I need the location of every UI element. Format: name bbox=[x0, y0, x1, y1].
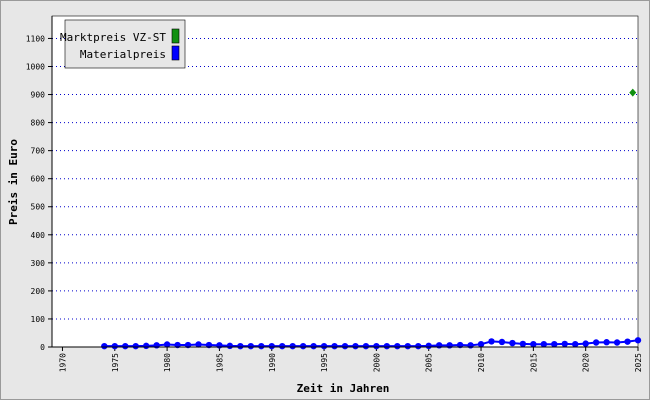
data-point bbox=[530, 340, 537, 348]
data-point bbox=[289, 342, 296, 350]
data-point bbox=[352, 342, 359, 350]
data-point bbox=[299, 342, 307, 350]
data-point bbox=[498, 338, 506, 346]
data-point bbox=[237, 342, 244, 350]
y-axis-ticks: 0 100 200 300 400 500 600 700 800 900 1000 1100 bbox=[26, 34, 52, 352]
legend: Marktpreis VZ-ST Materialpreis bbox=[60, 19, 186, 69]
y-tick-label: 900 bbox=[31, 91, 46, 100]
data-point bbox=[226, 342, 234, 350]
data-point bbox=[279, 342, 286, 350]
data-point bbox=[415, 342, 422, 350]
y-tick-label: 100 bbox=[31, 315, 46, 324]
data-point bbox=[101, 342, 108, 350]
data-point bbox=[634, 337, 642, 344]
data-point bbox=[258, 342, 265, 350]
x-tick-label: 2010 bbox=[477, 353, 486, 372]
x-tick-label: 1975 bbox=[111, 353, 120, 372]
y-tick-label: 200 bbox=[31, 287, 46, 296]
data-point bbox=[142, 342, 150, 350]
data-point bbox=[111, 342, 118, 350]
data-point bbox=[383, 342, 391, 350]
data-point bbox=[551, 340, 558, 348]
legend-swatch-materialpreis bbox=[171, 45, 180, 61]
legend-label-materialpreis: Materialpreis bbox=[80, 48, 166, 61]
y-tick-label: 800 bbox=[31, 119, 46, 128]
data-point bbox=[122, 342, 129, 350]
x-tick-label: 2005 bbox=[425, 353, 434, 372]
y-tick-label: 600 bbox=[31, 175, 46, 184]
y-tick-label: 0 bbox=[40, 343, 45, 352]
data-point bbox=[310, 342, 317, 350]
data-point bbox=[373, 342, 380, 350]
data-point bbox=[247, 342, 255, 350]
data-point bbox=[216, 342, 223, 349]
data-point bbox=[488, 338, 495, 345]
x-tick-label: 2015 bbox=[529, 353, 538, 372]
x-tick-label: 2020 bbox=[582, 353, 591, 372]
y-axis-title: Preis in Euro bbox=[7, 139, 20, 225]
data-point bbox=[394, 342, 401, 350]
data-point bbox=[268, 342, 275, 350]
data-point bbox=[132, 342, 139, 350]
data-point bbox=[404, 342, 411, 350]
x-axis-title: Zeit in Jahren bbox=[297, 382, 390, 395]
data-point bbox=[509, 339, 516, 347]
data-point bbox=[613, 339, 621, 346]
data-point bbox=[561, 340, 568, 348]
data-point bbox=[540, 340, 548, 348]
x-tick-label: 1990 bbox=[268, 353, 277, 372]
data-point bbox=[435, 342, 443, 349]
data-point bbox=[582, 340, 589, 347]
data-point bbox=[477, 340, 485, 348]
data-point bbox=[592, 339, 600, 346]
legend-label-marktpreis: Marktpreis VZ-ST bbox=[60, 31, 166, 44]
x-tick-label: 2025 bbox=[634, 353, 643, 372]
data-point bbox=[519, 340, 527, 348]
data-point bbox=[624, 338, 631, 345]
x-tick-label: 2000 bbox=[372, 353, 381, 372]
data-point bbox=[425, 342, 432, 350]
x-tick-label: 1985 bbox=[215, 353, 224, 372]
y-tick-label: 300 bbox=[31, 259, 46, 268]
line-chart: 0 100 200 300 400 500 600 700 800 900 1000 1100 197… bbox=[7, 15, 643, 395]
y-tick-label: 700 bbox=[31, 147, 46, 156]
x-tick-label: 1995 bbox=[320, 353, 329, 372]
data-point bbox=[362, 342, 370, 350]
x-tick-label: 1980 bbox=[163, 353, 172, 372]
data-point bbox=[341, 342, 349, 350]
legend-swatch-marktpreis bbox=[171, 28, 180, 44]
y-tick-label: 400 bbox=[31, 231, 46, 240]
x-axis-ticks: 1970 1975 1980 1985 1990 1995 2000 2005 2010 2015… bbox=[58, 347, 643, 372]
data-point bbox=[572, 340, 579, 348]
data-point bbox=[603, 339, 610, 346]
data-point bbox=[331, 342, 338, 350]
x-tick-label: 1970 bbox=[58, 353, 67, 372]
data-point bbox=[467, 342, 474, 349]
y-tick-label: 1000 bbox=[26, 62, 45, 71]
y-tick-label: 500 bbox=[31, 203, 46, 212]
data-point bbox=[320, 342, 328, 350]
data-point bbox=[153, 342, 160, 349]
y-tick-label: 1100 bbox=[26, 34, 45, 43]
data-point bbox=[446, 342, 453, 349]
